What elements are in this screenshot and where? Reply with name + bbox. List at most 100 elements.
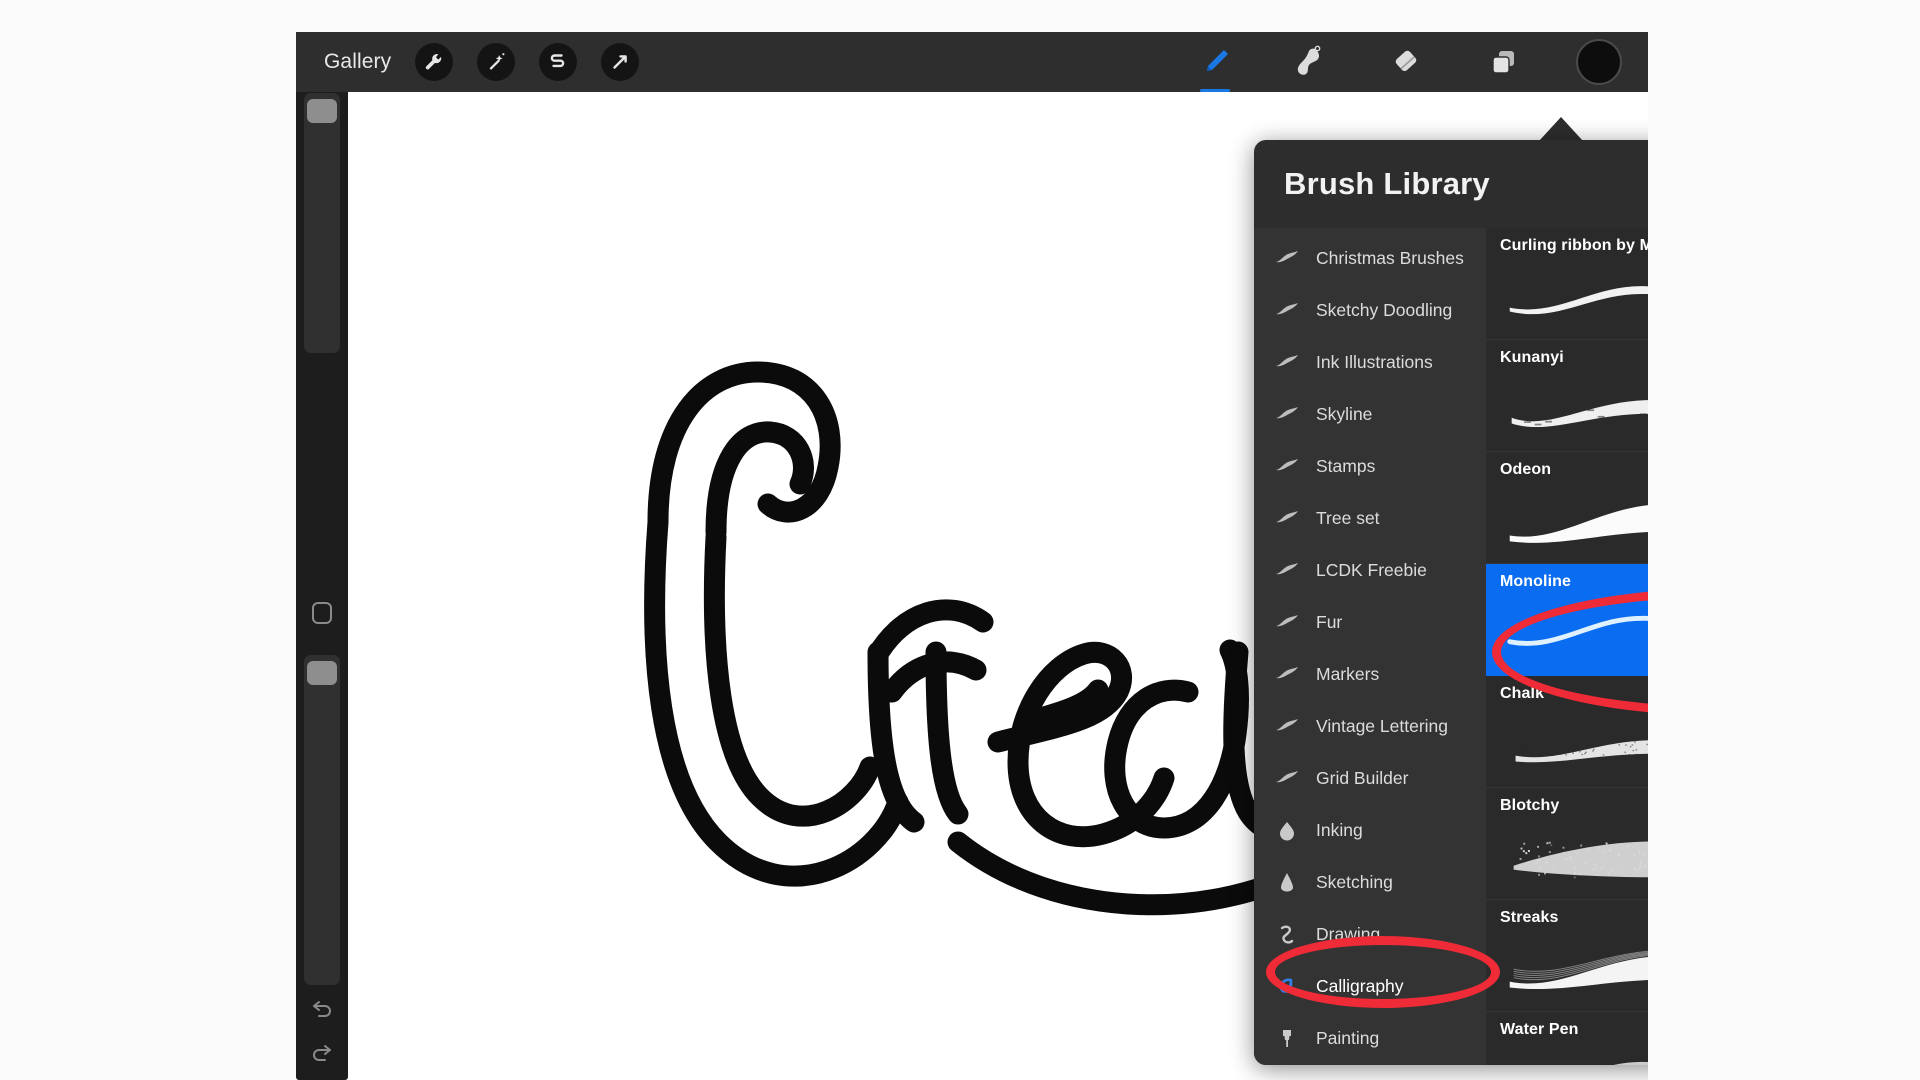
brush-stroke-icon [1272, 403, 1302, 425]
brush-stroke-icon [1272, 663, 1302, 685]
artwork-lettering [358, 222, 1358, 982]
layers-icon[interactable] [1480, 39, 1526, 85]
brush-category-lcdk-freebie[interactable]: LCDK Freebie [1254, 544, 1486, 596]
brush-item-water-pen[interactable]: Water Pen [1486, 1012, 1648, 1065]
brush-item-name: Odeon [1494, 461, 1648, 479]
brush-item-kunanyi[interactable]: Kunanyi [1486, 340, 1648, 452]
brush-category-grid-builder[interactable]: Grid Builder [1254, 752, 1486, 804]
brush-category-label: Ink Illustrations [1316, 352, 1433, 373]
selection-icon[interactable] [539, 43, 577, 81]
brush-category-label: Tree set [1316, 508, 1380, 529]
brush-category-list[interactable]: Christmas Brushes Sketchy Doodling Ink Ill… [1254, 228, 1486, 1065]
brush-category-ink-illustrations[interactable]: Ink Illustrations [1254, 336, 1486, 388]
brush-item-chalk[interactable]: Chalk [1486, 676, 1648, 788]
opacity-slider[interactable] [304, 655, 340, 985]
brush-category-vintage-lettering[interactable]: Vintage Lettering [1254, 700, 1486, 752]
eraser-icon[interactable] [1384, 39, 1430, 85]
brush-category-label: Painting [1316, 1028, 1379, 1049]
brush-item-name: Water Pen [1494, 1021, 1648, 1039]
screenshot-root: Gallery Brush Library Christmas Brushes … [0, 0, 1920, 1080]
brush-stroke-icon [1272, 247, 1302, 269]
brush-category-label: Vintage Lettering [1316, 716, 1448, 737]
brush-stroke-icon [1272, 455, 1302, 477]
brush-stroke-preview [1500, 934, 1648, 1000]
brush-list[interactable]: Curling ribbon by Melissa Cabral Kunanyi O… [1486, 228, 1648, 1065]
paint-brush-icon[interactable] [1192, 39, 1238, 85]
brush-stroke-icon [1272, 611, 1302, 633]
brush-library-body: Christmas Brushes Sketchy Doodling Ink Ill… [1254, 228, 1648, 1065]
brush-category-painting[interactable]: Painting [1254, 1012, 1486, 1064]
procreate-app-window: Gallery Brush Library Christmas Brushes … [296, 32, 1648, 1080]
brush-category-skyline[interactable]: Skyline [1254, 388, 1486, 440]
brush-category-label: Sketchy Doodling [1316, 300, 1452, 321]
adjustments-wand-icon[interactable] [477, 43, 515, 81]
brush-category-label: Calligraphy [1316, 976, 1404, 997]
brush-category-label: Fur [1316, 612, 1342, 633]
brush-item-streaks[interactable]: Streaks [1486, 900, 1648, 1012]
paint-brush-small-icon [1272, 1027, 1302, 1049]
brush-stroke-icon [1272, 559, 1302, 581]
brush-category-label: Drawing [1316, 924, 1380, 945]
brush-item-name: Kunanyi [1494, 349, 1648, 367]
gallery-button[interactable]: Gallery [324, 50, 391, 74]
brush-stroke-preview [1500, 1046, 1648, 1065]
brush-category-stamps[interactable]: Stamps [1254, 440, 1486, 492]
redo-icon[interactable] [310, 1039, 334, 1063]
brush-library-title: Brush Library [1284, 166, 1490, 202]
brush-item-monoline[interactable]: Monoline [1486, 564, 1648, 676]
brush-category-christmas-brushes[interactable]: Christmas Brushes [1254, 232, 1486, 284]
brush-item-curling-ribbon-by-melissa-cabral[interactable]: Curling ribbon by Melissa Cabral [1486, 228, 1648, 340]
brush-category-inking[interactable]: Inking [1254, 804, 1486, 856]
brush-category-fur[interactable]: Fur [1254, 596, 1486, 648]
brush-category-tree-set[interactable]: Tree set [1254, 492, 1486, 544]
brush-item-blotchy[interactable]: Blotchy [1486, 788, 1648, 900]
ink-drop-icon [1272, 819, 1302, 841]
brush-category-drawing[interactable]: Drawing [1254, 908, 1486, 960]
brush-library-panel: Brush Library + Christmas Brushes Sketchy… [1254, 140, 1648, 1065]
brush-category-label: Inking [1316, 820, 1363, 841]
brush-category-label: Stamps [1316, 456, 1375, 477]
brush-stroke-preview [1500, 262, 1648, 328]
brush-library-header: Brush Library + [1254, 140, 1648, 228]
toolbar-left-group: Gallery [296, 43, 639, 81]
brush-category-label: Grid Builder [1316, 768, 1408, 789]
modify-button[interactable] [312, 602, 332, 624]
brush-size-knob[interactable] [307, 99, 337, 123]
brush-item-name: Blotchy [1494, 797, 1648, 815]
brush-category-label: Markers [1316, 664, 1379, 685]
brush-stroke-preview [1500, 486, 1648, 552]
brush-category-label: Sketching [1316, 872, 1393, 893]
brush-stroke-icon [1272, 507, 1302, 529]
undo-icon[interactable] [310, 995, 334, 1019]
brush-item-name: Curling ribbon by Melissa Cabral [1494, 237, 1648, 255]
squiggle-icon [1272, 923, 1302, 945]
opacity-knob[interactable] [307, 661, 337, 685]
calligraphy-a-icon [1272, 975, 1302, 997]
smudge-icon[interactable] [1288, 39, 1334, 85]
brush-stroke-icon [1272, 715, 1302, 737]
brush-category-label: Christmas Brushes [1316, 248, 1464, 269]
toolbar-right-group [1192, 39, 1648, 85]
top-toolbar: Gallery [296, 32, 1648, 92]
left-sidebar[interactable] [296, 77, 348, 1080]
brush-stroke-icon [1272, 767, 1302, 789]
brush-library-pointer [1539, 117, 1583, 141]
brush-category-sketchy-doodling[interactable]: Sketchy Doodling [1254, 284, 1486, 336]
brush-category-calligraphy[interactable]: Calligraphy [1254, 960, 1486, 1012]
brush-item-name: Chalk [1494, 685, 1648, 703]
brush-size-slider[interactable] [304, 93, 340, 353]
brush-category-sketching[interactable]: Sketching [1254, 856, 1486, 908]
brush-item-name: Streaks [1494, 909, 1648, 927]
brush-stroke-preview [1500, 710, 1648, 776]
transform-arrow-icon[interactable] [601, 43, 639, 81]
brush-item-name: Monoline [1494, 573, 1648, 591]
actions-wrench-icon[interactable] [415, 43, 453, 81]
color-swatch[interactable] [1576, 39, 1622, 85]
brush-stroke-icon [1272, 351, 1302, 373]
brush-stroke-preview [1500, 598, 1648, 664]
brush-stroke-icon [1272, 299, 1302, 321]
brush-item-odeon[interactable]: Odeon [1486, 452, 1648, 564]
brush-stroke-preview [1500, 374, 1648, 440]
pencil-tip-icon [1272, 871, 1302, 893]
brush-category-markers[interactable]: Markers [1254, 648, 1486, 700]
